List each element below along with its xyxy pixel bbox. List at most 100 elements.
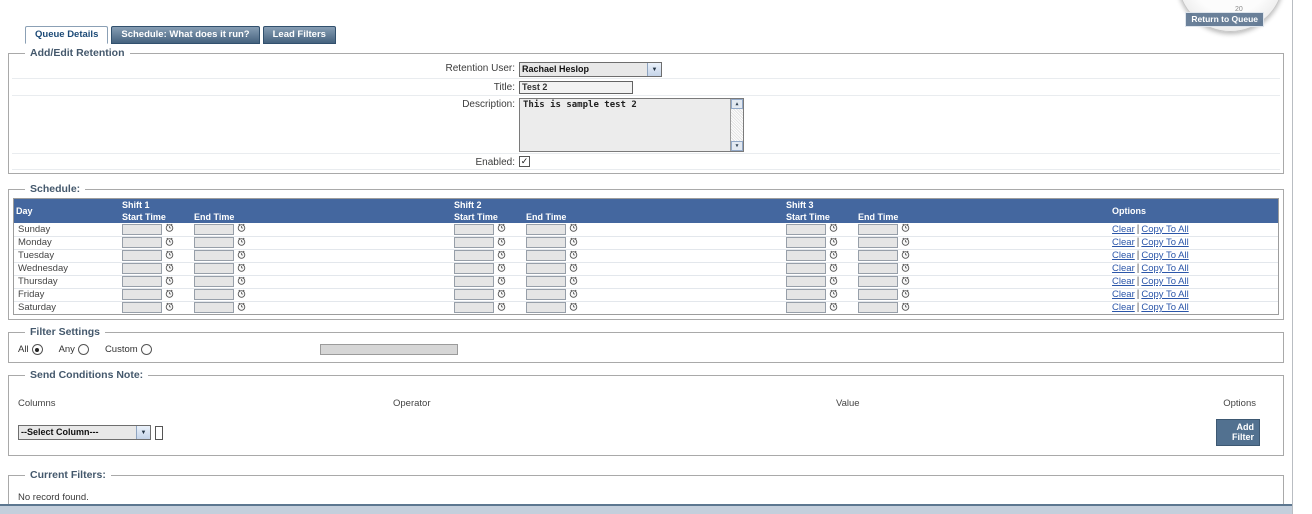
time-picker-clock-icon[interactable] bbox=[165, 263, 174, 275]
time-picker-clock-icon[interactable] bbox=[497, 263, 506, 275]
time-picker-clock-icon[interactable] bbox=[165, 223, 174, 235]
copy-to-all-link[interactable]: Copy To All bbox=[1141, 302, 1188, 313]
shift3-end-time-input[interactable] bbox=[858, 263, 899, 274]
shift3-end-time-input[interactable] bbox=[858, 250, 899, 261]
time-picker-clock-icon[interactable] bbox=[237, 223, 246, 235]
time-picker-clock-icon[interactable] bbox=[165, 289, 174, 301]
time-picker-clock-icon[interactable] bbox=[569, 302, 578, 314]
copy-to-all-link[interactable]: Copy To All bbox=[1141, 263, 1188, 274]
time-picker-clock-icon[interactable] bbox=[165, 237, 174, 249]
time-picker-clock-icon[interactable] bbox=[569, 223, 578, 235]
shift2-start-time-input[interactable] bbox=[454, 276, 495, 287]
clear-link[interactable]: Clear bbox=[1112, 250, 1135, 261]
time-picker-clock-icon[interactable] bbox=[901, 289, 910, 301]
time-picker-clock-icon[interactable] bbox=[497, 250, 506, 262]
copy-to-all-link[interactable]: Copy To All bbox=[1141, 289, 1188, 300]
shift2-start-time-input[interactable] bbox=[454, 263, 495, 274]
column-mini-input[interactable] bbox=[155, 425, 163, 440]
time-picker-clock-icon[interactable] bbox=[829, 250, 838, 262]
shift1-start-time-input[interactable] bbox=[122, 289, 162, 300]
shift1-end-time-input[interactable] bbox=[194, 302, 234, 314]
scroll-down-icon[interactable]: ▼ bbox=[731, 141, 743, 151]
title-input[interactable]: Test 2 bbox=[519, 81, 633, 94]
retention-user-select[interactable]: Rachael Heslop ▼ bbox=[519, 62, 662, 77]
shift1-start-time-input[interactable] bbox=[122, 263, 162, 274]
radio-any[interactable] bbox=[77, 344, 89, 355]
shift3-start-time-input[interactable] bbox=[786, 289, 827, 300]
time-picker-clock-icon[interactable] bbox=[237, 289, 246, 301]
shift3-end-time-input[interactable] bbox=[858, 223, 899, 235]
clear-link[interactable]: Clear bbox=[1112, 302, 1135, 313]
shift1-end-time-input[interactable] bbox=[194, 276, 234, 287]
shift2-end-time-input[interactable] bbox=[526, 237, 567, 248]
shift1-start-time-input[interactable] bbox=[122, 276, 162, 287]
shift2-start-time-input[interactable] bbox=[454, 289, 495, 300]
time-picker-clock-icon[interactable] bbox=[497, 237, 506, 249]
enabled-checkbox[interactable] bbox=[519, 156, 530, 167]
textarea-scrollbar[interactable]: ▲ ▼ bbox=[730, 99, 743, 151]
shift2-end-time-input[interactable] bbox=[526, 276, 567, 287]
description-textarea[interactable]: This is sample test 2 ▲ ▼ bbox=[519, 98, 744, 152]
time-picker-clock-icon[interactable] bbox=[497, 302, 506, 314]
shift1-start-time-input[interactable] bbox=[122, 237, 162, 248]
clear-link[interactable]: Clear bbox=[1112, 237, 1135, 248]
shift3-end-time-input[interactable] bbox=[858, 237, 899, 248]
shift2-end-time-input[interactable] bbox=[526, 250, 567, 261]
shift3-start-time-input[interactable] bbox=[786, 250, 827, 261]
time-picker-clock-icon[interactable] bbox=[497, 276, 506, 288]
copy-to-all-link[interactable]: Copy To All bbox=[1141, 276, 1188, 287]
time-picker-clock-icon[interactable] bbox=[901, 223, 910, 235]
time-picker-clock-icon[interactable] bbox=[569, 263, 578, 275]
clear-link[interactable]: Clear bbox=[1112, 224, 1135, 235]
radio-all[interactable] bbox=[31, 344, 43, 355]
time-picker-clock-icon[interactable] bbox=[901, 250, 910, 262]
scroll-up-icon[interactable]: ▲ bbox=[731, 99, 743, 109]
shift1-end-time-input[interactable] bbox=[194, 250, 234, 261]
shift3-start-time-input[interactable] bbox=[786, 276, 827, 287]
shift1-end-time-input[interactable] bbox=[194, 223, 234, 235]
time-picker-clock-icon[interactable] bbox=[237, 237, 246, 249]
time-picker-clock-icon[interactable] bbox=[569, 289, 578, 301]
shift3-end-time-input[interactable] bbox=[858, 289, 899, 300]
shift1-start-time-input[interactable] bbox=[122, 223, 162, 235]
shift1-end-time-input[interactable] bbox=[194, 237, 234, 248]
tab-schedule[interactable]: Schedule: What does it run? bbox=[111, 26, 260, 44]
shift1-end-time-input[interactable] bbox=[194, 263, 234, 274]
time-picker-clock-icon[interactable] bbox=[901, 263, 910, 275]
shift1-start-time-input[interactable] bbox=[122, 250, 162, 261]
shift2-end-time-input[interactable] bbox=[526, 289, 567, 300]
shift2-start-time-input[interactable] bbox=[454, 237, 495, 248]
clear-link[interactable]: Clear bbox=[1112, 263, 1135, 274]
shift1-start-time-input[interactable] bbox=[122, 302, 162, 314]
time-picker-clock-icon[interactable] bbox=[165, 302, 174, 314]
time-picker-clock-icon[interactable] bbox=[165, 250, 174, 262]
shift3-start-time-input[interactable] bbox=[786, 302, 827, 314]
radio-custom[interactable] bbox=[140, 344, 152, 355]
tab-lead-filters[interactable]: Lead Filters bbox=[262, 26, 336, 44]
shift2-end-time-input[interactable] bbox=[526, 302, 567, 314]
time-picker-clock-icon[interactable] bbox=[901, 302, 910, 314]
time-picker-clock-icon[interactable] bbox=[829, 289, 838, 301]
column-select[interactable]: --Select Column--- ▼ bbox=[18, 425, 151, 440]
time-picker-clock-icon[interactable] bbox=[569, 237, 578, 249]
shift2-start-time-input[interactable] bbox=[454, 250, 495, 261]
shift2-start-time-input[interactable] bbox=[454, 223, 495, 235]
shift2-start-time-input[interactable] bbox=[454, 302, 495, 314]
add-filter-button[interactable]: Add Filter bbox=[1216, 419, 1260, 446]
clear-link[interactable]: Clear bbox=[1112, 289, 1135, 300]
time-picker-clock-icon[interactable] bbox=[237, 276, 246, 288]
clear-link[interactable]: Clear bbox=[1112, 276, 1135, 287]
time-picker-clock-icon[interactable] bbox=[497, 223, 506, 235]
time-picker-clock-icon[interactable] bbox=[829, 302, 838, 314]
time-picker-clock-icon[interactable] bbox=[569, 250, 578, 262]
shift2-end-time-input[interactable] bbox=[526, 223, 567, 235]
shift2-end-time-input[interactable] bbox=[526, 263, 567, 274]
shift1-end-time-input[interactable] bbox=[194, 289, 234, 300]
time-picker-clock-icon[interactable] bbox=[829, 276, 838, 288]
time-picker-clock-icon[interactable] bbox=[569, 276, 578, 288]
shift3-start-time-input[interactable] bbox=[786, 263, 827, 274]
chevron-down-icon[interactable]: ▼ bbox=[136, 426, 150, 439]
shift3-end-time-input[interactable] bbox=[858, 302, 899, 314]
time-picker-clock-icon[interactable] bbox=[237, 250, 246, 262]
time-picker-clock-icon[interactable] bbox=[497, 289, 506, 301]
